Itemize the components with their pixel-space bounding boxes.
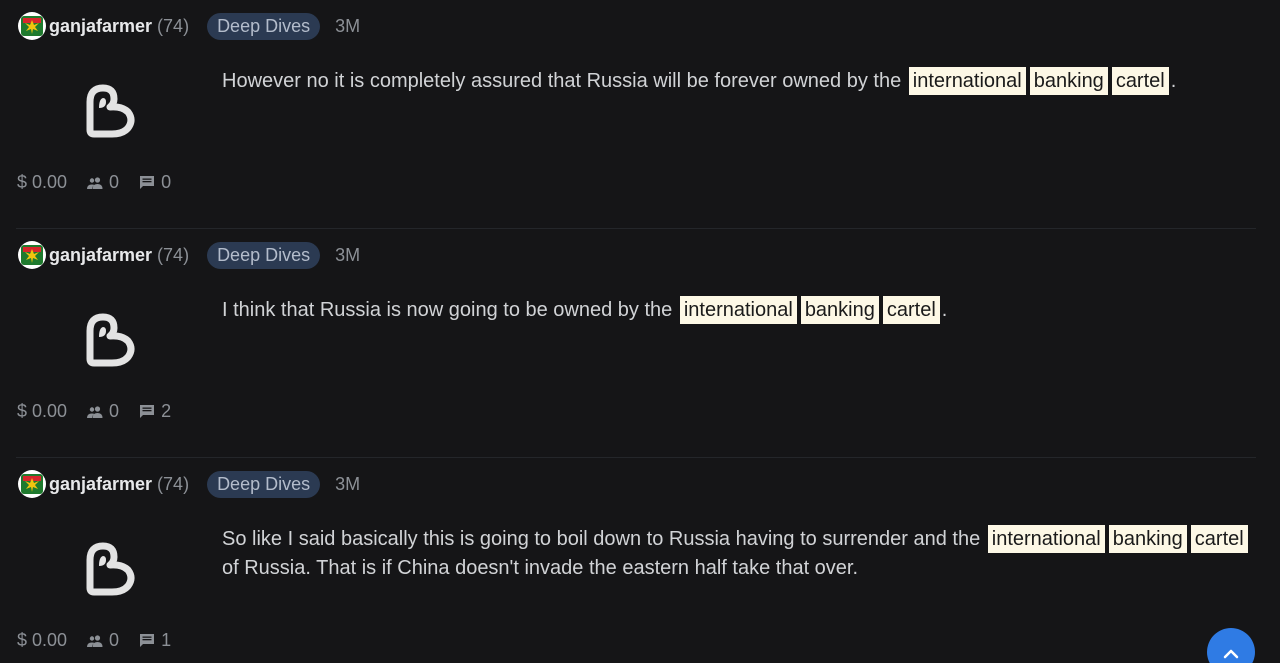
post-thumbnail[interactable] bbox=[78, 82, 140, 142]
community-badge[interactable]: Deep Dives bbox=[207, 12, 321, 40]
post-body[interactable]: I think that Russia is now going to be o… bbox=[222, 296, 1262, 325]
author-name[interactable]: ganjafarmer bbox=[49, 16, 152, 37]
post-body-text: So like I said basically this is going t… bbox=[222, 528, 981, 550]
user-avatar[interactable] bbox=[18, 12, 46, 40]
post-header: ganjafarmer (74) Deep Dives 3M bbox=[18, 469, 360, 499]
payout-value[interactable]: $ 0.00 bbox=[17, 172, 67, 193]
post-card[interactable]: ganjafarmer (74) Deep Dives 3M I think t… bbox=[0, 229, 1280, 458]
post-footer: $ 0.00 0 1 bbox=[17, 630, 191, 651]
comments-count: 1 bbox=[161, 630, 172, 650]
votes-count: 0 bbox=[109, 172, 120, 192]
author-reputation: (74) bbox=[157, 473, 190, 494]
post-age: 3M bbox=[335, 473, 361, 494]
user-avatar[interactable] bbox=[18, 470, 46, 498]
people-icon bbox=[87, 176, 103, 189]
post-body[interactable]: However no it is completely assured that… bbox=[222, 67, 1262, 96]
post-footer: $ 0.00 0 0 bbox=[17, 172, 191, 193]
post-card[interactable]: ganjafarmer (74) Deep Dives 3M However n… bbox=[0, 0, 1280, 229]
app-logo-placeholder-icon bbox=[86, 542, 135, 596]
community-badge[interactable]: Deep Dives bbox=[207, 241, 321, 269]
post-feed: ganjafarmer (74) Deep Dives 3M However n… bbox=[0, 0, 1280, 663]
tag-cartel[interactable]: cartel bbox=[1111, 67, 1169, 95]
post-card[interactable]: ganjafarmer (74) Deep Dives 3M So like I… bbox=[0, 458, 1280, 663]
author-name[interactable]: ganjafarmer bbox=[49, 245, 152, 266]
author-name[interactable]: ganjafarmer bbox=[49, 474, 152, 495]
post-body-text-end: of Russia. That is if China doesn't inva… bbox=[222, 557, 859, 579]
post-body-text: However no it is completely assured that… bbox=[222, 70, 902, 92]
people-icon bbox=[87, 405, 103, 418]
post-body-text: I think that Russia is now going to be o… bbox=[222, 299, 673, 321]
post-body-text-end: . bbox=[941, 299, 948, 321]
comments-button[interactable]: 1 bbox=[139, 630, 171, 651]
votes-button[interactable]: 0 bbox=[87, 172, 119, 193]
tag-banking[interactable]: banking bbox=[800, 296, 879, 324]
comment-icon bbox=[140, 405, 155, 418]
post-body[interactable]: So like I said basically this is going t… bbox=[222, 525, 1262, 583]
comment-icon bbox=[140, 176, 155, 189]
tag-banking[interactable]: banking bbox=[1108, 525, 1187, 553]
comments-count: 2 bbox=[161, 401, 172, 421]
votes-button[interactable]: 0 bbox=[87, 630, 119, 651]
user-avatar[interactable] bbox=[18, 241, 46, 269]
votes-count: 0 bbox=[109, 630, 120, 650]
tag-cartel[interactable]: cartel bbox=[882, 296, 940, 324]
tag-cartel[interactable]: cartel bbox=[1190, 525, 1248, 553]
post-footer: $ 0.00 0 2 bbox=[17, 401, 191, 422]
post-age: 3M bbox=[335, 244, 361, 265]
cannabis-leaf-avatar-icon bbox=[21, 16, 43, 36]
app-logo-placeholder-icon bbox=[86, 313, 135, 367]
tag-banking[interactable]: banking bbox=[1029, 67, 1108, 95]
comments-button[interactable]: 2 bbox=[139, 401, 171, 422]
tag-international[interactable]: international bbox=[987, 525, 1105, 553]
comments-button[interactable]: 0 bbox=[139, 172, 171, 193]
cannabis-leaf-avatar-icon bbox=[21, 474, 43, 494]
author-reputation: (74) bbox=[157, 244, 190, 265]
comments-count: 0 bbox=[161, 172, 172, 192]
post-thumbnail[interactable] bbox=[78, 540, 140, 600]
community-badge[interactable]: Deep Dives bbox=[207, 470, 321, 498]
payout-value[interactable]: $ 0.00 bbox=[17, 630, 67, 651]
people-icon bbox=[87, 634, 103, 647]
post-thumbnail[interactable] bbox=[78, 311, 140, 371]
comment-icon bbox=[140, 634, 155, 647]
cannabis-leaf-avatar-icon bbox=[21, 245, 43, 265]
chevron-up-icon bbox=[1223, 649, 1239, 659]
tag-international[interactable]: international bbox=[679, 296, 797, 324]
author-reputation: (74) bbox=[157, 15, 190, 36]
votes-count: 0 bbox=[109, 401, 120, 421]
votes-button[interactable]: 0 bbox=[87, 401, 119, 422]
post-body-text-end: . bbox=[1170, 70, 1177, 92]
post-header: ganjafarmer (74) Deep Dives 3M bbox=[18, 240, 360, 270]
tag-international[interactable]: international bbox=[908, 67, 1026, 95]
payout-value[interactable]: $ 0.00 bbox=[17, 401, 67, 422]
app-logo-placeholder-icon bbox=[86, 84, 135, 138]
post-header: ganjafarmer (74) Deep Dives 3M bbox=[18, 11, 360, 41]
post-age: 3M bbox=[335, 15, 361, 36]
